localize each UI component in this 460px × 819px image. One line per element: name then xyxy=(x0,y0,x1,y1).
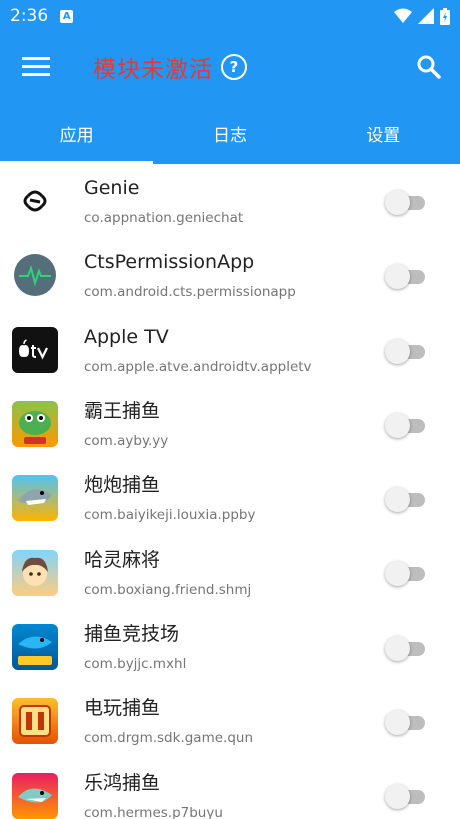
app-package: com.apple.atve.androidtv.appletv xyxy=(84,358,312,375)
enable-toggle[interactable] xyxy=(385,487,427,513)
enable-toggle[interactable] xyxy=(385,784,427,810)
fish-game-icon xyxy=(12,401,58,448)
app-package: com.drgm.sdk.game.qun xyxy=(84,730,254,747)
tab-settings[interactable]: 设置 xyxy=(307,102,460,164)
enable-toggle[interactable] xyxy=(385,190,427,215)
list-item[interactable]: Genie co.appnation.geniechat xyxy=(0,164,460,238)
help-icon[interactable]: ? xyxy=(221,54,247,80)
shark-game-icon xyxy=(12,475,58,522)
app-name: CtsPermissionApp xyxy=(84,251,255,274)
list-item[interactable]: CtsPermissionApp com.android.cts.permiss… xyxy=(0,238,460,312)
app-name: 炮炮捕鱼 xyxy=(84,474,161,497)
menu-icon[interactable] xyxy=(22,54,50,80)
app-package: co.appnation.geniechat xyxy=(84,210,244,227)
status-time: 2:36 xyxy=(10,6,49,26)
fish-arena-icon xyxy=(12,623,58,670)
app-list[interactable]: Genie co.appnation.geniechat CtsPermissi… xyxy=(0,164,460,819)
list-item[interactable]: Apple TV com.apple.atve.androidtv.applet… xyxy=(0,313,460,387)
app-name: 乐鸿捕鱼 xyxy=(84,771,161,794)
mahjong-girl-icon xyxy=(12,549,58,596)
enable-toggle[interactable] xyxy=(385,338,427,364)
status-bar: 2:36 A xyxy=(0,0,460,32)
notification-icon: A xyxy=(60,9,74,23)
app-name: Apple TV xyxy=(84,325,169,348)
signal-icon xyxy=(418,8,434,24)
app-name: 电玩捕鱼 xyxy=(84,697,161,720)
enable-toggle[interactable] xyxy=(385,710,427,736)
app-package: com.hermes.p7buyu xyxy=(84,804,223,819)
list-item[interactable]: 霸王捕鱼 com.ayby.yy xyxy=(0,387,460,461)
app-toolbar: 模块未激活 ? xyxy=(0,32,460,102)
app-name: 哈灵麻将 xyxy=(84,548,161,571)
tab-apps[interactable]: 应用 xyxy=(0,102,153,164)
list-item[interactable]: 哈灵麻将 com.boxiang.friend.shmj xyxy=(0,535,460,609)
app-package: com.ayby.yy xyxy=(84,433,169,450)
list-item[interactable]: 捕鱼竞技场 com.byjjc.mxhl xyxy=(0,610,460,684)
arcade-fish-icon xyxy=(12,698,58,745)
search-icon[interactable] xyxy=(416,54,442,80)
app-name: 捕鱼竞技场 xyxy=(84,622,180,645)
app-package: com.byjjc.mxhl xyxy=(84,655,187,672)
list-item[interactable]: 乐鸿捕鱼 com.hermes.p7buyu xyxy=(0,758,460,819)
enable-toggle[interactable] xyxy=(385,264,427,290)
app-package: com.baiyikeji.louxia.ppby xyxy=(84,507,256,524)
tab-bar: 应用 日志 设置 xyxy=(0,102,460,164)
genie-logo-icon xyxy=(12,178,58,224)
tab-logs[interactable]: 日志 xyxy=(153,102,306,164)
list-item[interactable]: 电玩捕鱼 com.drgm.sdk.game.qun xyxy=(0,684,460,758)
wifi-icon xyxy=(394,8,412,23)
app-name: 霸王捕鱼 xyxy=(84,400,161,423)
app-name: Genie xyxy=(84,177,140,200)
apple-tv-icon xyxy=(12,326,58,373)
app-package: com.boxiang.friend.shmj xyxy=(84,581,252,598)
app-package: com.android.cts.permissionapp xyxy=(84,284,296,301)
battery-icon xyxy=(440,7,450,25)
lehong-fish-icon xyxy=(12,772,58,819)
enable-toggle[interactable] xyxy=(385,412,427,438)
android-heartbeat-icon xyxy=(12,252,58,298)
enable-toggle[interactable] xyxy=(385,635,427,661)
page-title: 模块未激活 xyxy=(93,57,213,83)
enable-toggle[interactable] xyxy=(385,561,427,587)
list-item[interactable]: 炮炮捕鱼 com.baiyikeji.louxia.ppby xyxy=(0,461,460,535)
